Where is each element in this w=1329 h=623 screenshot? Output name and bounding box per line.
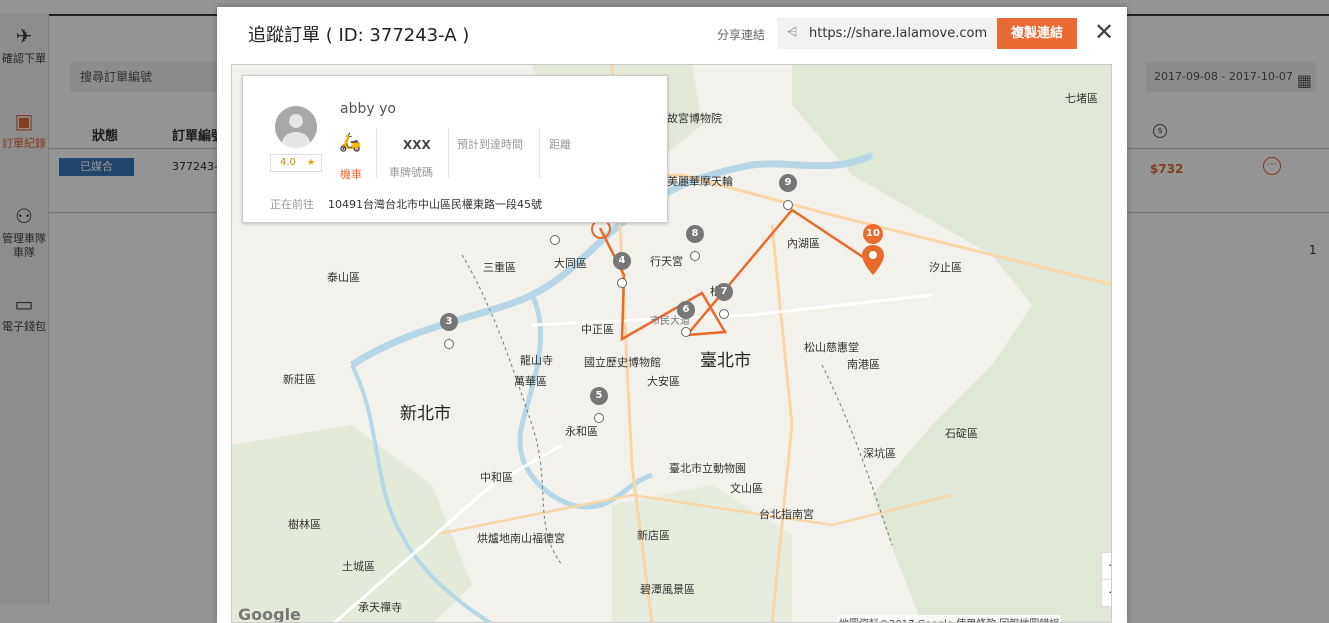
- modal-title: 追蹤訂單 ( ID: 377243-A ): [248, 25, 470, 46]
- map-label: 中和區: [480, 471, 513, 484]
- map-label: 松山慈惠堂: [804, 341, 859, 354]
- map-label: 石碇區: [945, 427, 978, 440]
- map-label: 永和區: [565, 425, 598, 438]
- plate-value: XXX: [403, 138, 431, 152]
- map-label: 汐止區: [929, 261, 962, 274]
- map-label: 故宮博物院: [667, 112, 722, 125]
- vehicle-type: 機車: [340, 168, 362, 181]
- route-point: [681, 327, 691, 337]
- map-label: 樹林區: [288, 518, 321, 531]
- map-label: 臺北市立動物園: [669, 462, 746, 475]
- share-label: 分享連結: [717, 28, 766, 42]
- tracking-modal: 追蹤訂單 ( ID: 377243-A ) 分享連結 ⩤ https://sha…: [217, 7, 1127, 623]
- map-label: 行天宮: [650, 255, 683, 268]
- destination-pin[interactable]: 10: [863, 224, 883, 244]
- map-label: 文山區: [730, 482, 763, 495]
- route-marker[interactable]: 8: [686, 225, 704, 243]
- map-label: 國立歷史博物館: [584, 356, 661, 369]
- map-label: 萬華區: [514, 375, 547, 388]
- map-attribution[interactable]: 地圖資料©2017 Google 使用條款 回報地圖錯誤: [837, 615, 1062, 622]
- map-label: 深坑區: [863, 447, 896, 460]
- map-label: 台北指南宮: [759, 508, 814, 521]
- map-label: 土城區: [342, 560, 375, 573]
- destination-address: 10491台灣台北市中山區民權東路一段45號: [328, 198, 542, 211]
- map-label: 新北市: [400, 404, 451, 424]
- close-icon[interactable]: ✕: [1094, 19, 1114, 45]
- copy-link-button[interactable]: 複製連結: [997, 18, 1077, 49]
- map-label: 三重區: [483, 261, 516, 274]
- route-marker[interactable]: 5: [590, 387, 608, 405]
- map-label: 中正區: [581, 323, 614, 336]
- route-marker[interactable]: 4: [613, 252, 631, 270]
- driver-name: abby yo: [340, 101, 396, 117]
- route-point: [617, 278, 627, 288]
- map-label: 新店區: [637, 529, 670, 542]
- route-marker[interactable]: 3: [440, 313, 458, 331]
- route-marker[interactable]: 6: [677, 301, 695, 319]
- map-label: 七堵區: [1065, 92, 1098, 105]
- map-label: 美麗華摩天輪: [667, 175, 733, 188]
- destination-label: 正在前往: [270, 198, 314, 211]
- location-pin-icon: [862, 245, 884, 275]
- google-logo: Google: [238, 605, 301, 623]
- rating-value: 4.0: [280, 157, 296, 168]
- driver-rating: 4.0 ★: [270, 154, 322, 172]
- zoom-out-button[interactable]: −: [1101, 579, 1111, 607]
- avatar: [275, 106, 317, 148]
- route-point: [783, 200, 793, 210]
- distance-label: 距離: [549, 138, 571, 151]
- star-icon: ★: [307, 158, 316, 168]
- divider: [448, 128, 449, 178]
- route-point: [690, 251, 700, 261]
- route-point: [444, 339, 454, 349]
- share-url: https://share.lalamove.com: [809, 26, 988, 41]
- route-marker[interactable]: 9: [779, 174, 797, 192]
- map-label: 臺北市: [700, 351, 751, 371]
- share-icon: ⩤: [787, 25, 798, 40]
- map-label: 南港區: [847, 358, 880, 371]
- map-label: 承天禪寺: [358, 601, 402, 614]
- plate-label: 車牌號碼: [389, 166, 433, 179]
- map-label: 內湖區: [787, 237, 820, 250]
- route-point: [594, 413, 604, 423]
- eta-label: 預計到達時間: [457, 138, 523, 151]
- zoom-in-button[interactable]: +: [1101, 552, 1111, 580]
- map-label: 泰山區: [327, 271, 360, 284]
- driver-info-card: 4.0 ★ abby yo 🛵 機車 XXX 車牌號碼 預計到達時間 距離 正在…: [242, 75, 668, 223]
- map-label: 大同區: [554, 257, 587, 270]
- map-label: 新莊區: [283, 373, 316, 386]
- route-point: [550, 235, 560, 245]
- divider: [539, 128, 540, 178]
- map-label: 烘爐地南山福德宮: [477, 532, 565, 545]
- map-label: 龍山寺: [520, 354, 553, 367]
- map[interactable]: 故宮博物院 七堵區 美麗華摩天輪 內湖區 汐止區 泰山區 三重區 大同區 行天宮…: [231, 64, 1112, 623]
- route-point: [719, 309, 729, 319]
- share-link-field[interactable]: ⩤ https://share.lalamove.com: [777, 18, 997, 49]
- map-label: 大安區: [647, 375, 680, 388]
- map-label: 碧潭風景區: [640, 583, 695, 596]
- scooter-icon: 🛵: [339, 132, 362, 153]
- divider: [376, 128, 377, 178]
- route-marker[interactable]: 7: [715, 283, 733, 301]
